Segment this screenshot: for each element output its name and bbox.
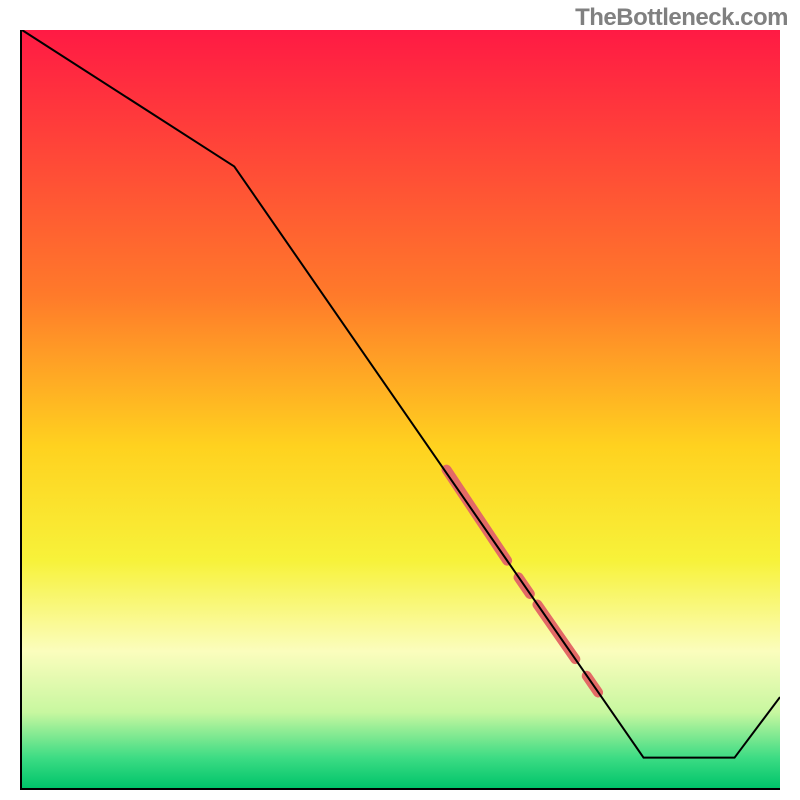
watermark-text: TheBottleneck.com [575, 4, 788, 32]
chart-svg [22, 30, 780, 788]
chart-area [20, 30, 780, 790]
